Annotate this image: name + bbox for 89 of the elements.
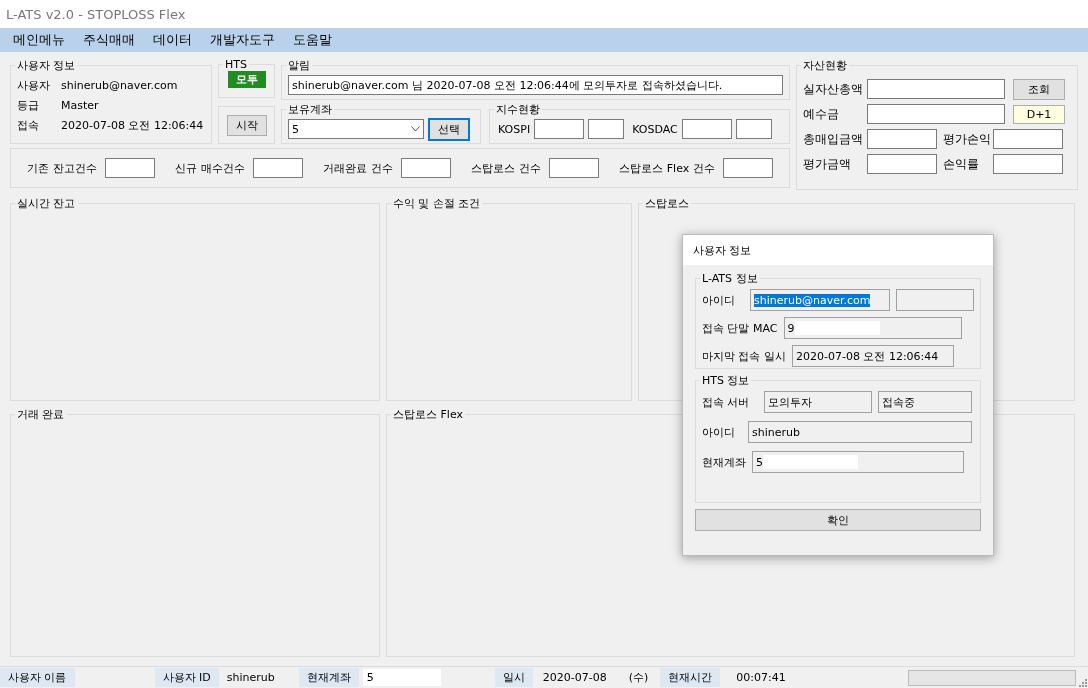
group-title: HTS [224, 58, 248, 71]
menu-item[interactable]: 주식매매 [76, 31, 142, 49]
empty-field[interactable] [896, 289, 974, 311]
server-field[interactable]: 모의투자 [764, 391, 872, 413]
asset-field[interactable] [993, 154, 1063, 174]
asset-field[interactable] [993, 129, 1063, 149]
status-value: 2020-07-08 [541, 670, 608, 686]
group-title: 사용자 정보 [16, 58, 77, 73]
resize-grip-icon[interactable] [1079, 679, 1087, 687]
index-change-field[interactable] [588, 119, 625, 139]
selected-text: shinerub@naver.com [754, 293, 871, 307]
status-label: 사용자 ID [154, 668, 219, 687]
panel-title: 스탑로스 Flex [392, 407, 464, 422]
panel-title: 스탑로스 [644, 196, 690, 211]
d1-button[interactable]: D+1 [1013, 104, 1065, 124]
field-label: 등급 [17, 97, 40, 113]
field-label: 접속 [17, 117, 40, 133]
field-label: 접속 서버 [702, 394, 751, 410]
status-value: 5 [362, 669, 441, 686]
ok-button[interactable]: 확인 [695, 509, 981, 531]
status-value: (수) [627, 670, 650, 686]
notice-field[interactable]: shinerub@naver.com 님 2020-07-08 오전 12:06:44에 모의투자로 접속하셨습니다. [288, 75, 783, 95]
group-title: 자산현황 [802, 58, 848, 73]
account-dropdown[interactable]: 5 [288, 119, 424, 139]
account-field[interactable]: 5 [752, 451, 964, 473]
count-field[interactable] [400, 158, 451, 178]
count-label: 거래완료 건수 [323, 160, 393, 176]
asset-field[interactable] [867, 79, 1005, 99]
count-label: 신규 매수건수 [175, 160, 245, 176]
field-label: 평가금액 [803, 156, 852, 172]
mode-badge: 모투 [227, 71, 266, 88]
index-field[interactable] [534, 119, 585, 139]
asset-field[interactable] [867, 104, 1005, 124]
status-value: 00:07:41 [735, 670, 787, 686]
field-label: 총매입금액 [803, 131, 864, 147]
hts-id-field[interactable]: shinerub [748, 421, 972, 443]
field-label: 마지막 접속 일시 [702, 348, 786, 364]
status-label: 현재시간 [660, 668, 721, 687]
count-field[interactable] [252, 158, 303, 178]
status-label: 일시 [494, 668, 533, 687]
field-label: 현재계좌 [702, 454, 746, 470]
count-field[interactable] [104, 158, 155, 178]
last-login-field[interactable]: 2020-07-08 오전 12:06:44 [792, 345, 954, 367]
field-value: 2020-07-08 오전 12:06:44 [61, 117, 204, 133]
panel-title: 수익 및 손절 조건 [392, 196, 482, 211]
query-button[interactable]: 조회 [1013, 78, 1065, 100]
count-field[interactable] [722, 158, 773, 178]
status-label: 현재계좌 [298, 668, 359, 687]
menu-item[interactable]: 도움말 [286, 31, 339, 49]
status-field[interactable]: 접속중 [878, 391, 972, 413]
asset-field[interactable] [867, 129, 937, 149]
panel-title: 실시간 잔고 [16, 196, 77, 211]
count-label: 기존 잔고건수 [27, 160, 97, 176]
field-label: 실자산총액 [803, 81, 864, 97]
status-value: shinerub [225, 670, 276, 686]
field-value: shinerub@naver.com [61, 78, 178, 92]
panel-title: 거래 완료 [16, 407, 66, 422]
field-label: 예수금 [803, 106, 840, 122]
field-label: 평가손익 [943, 131, 992, 147]
window-title: L-ATS v2.0 - STOPLOSS Flex [0, 0, 1088, 28]
field-label: 아이디 [702, 424, 736, 440]
group-title: 지수현황 [495, 102, 541, 117]
count-field[interactable] [548, 158, 599, 178]
field-label: 접속 단말 MAC [702, 320, 778, 336]
field-label: 아이디 [702, 292, 736, 308]
chevron-down-icon [411, 126, 420, 132]
menu-item[interactable]: 데이터 [146, 31, 199, 49]
field-value: Master [61, 98, 99, 112]
index-label: KOSDAC [632, 122, 678, 136]
field-label: 손익률 [943, 156, 980, 172]
dialog-title: 사용자 정보 [683, 235, 993, 265]
start-button[interactable]: 시작 [226, 114, 267, 136]
group-title: L-ATS 정보 [701, 271, 759, 286]
asset-field[interactable] [867, 154, 937, 174]
index-label: KOSPI [498, 122, 531, 136]
menu-item[interactable]: 메인메뉴 [6, 31, 72, 49]
group-title: 보유계좌 [287, 102, 333, 117]
count-label: 스탑로스 Flex 건수 [619, 160, 715, 176]
field-label: 사용자 [17, 77, 51, 93]
mac-field[interactable]: 9 [783, 317, 962, 339]
count-label: 스탑로스 건수 [471, 160, 541, 176]
menu-item[interactable]: 개발자도구 [203, 31, 282, 49]
status-label: 사용자 이름 [0, 668, 75, 687]
index-change-field[interactable] [735, 119, 772, 139]
id-field[interactable]: shinerub@naver.com [750, 289, 890, 311]
group-title: HTS 정보 [701, 373, 751, 388]
select-button[interactable]: 선택 [428, 117, 470, 141]
group-title: 알림 [287, 58, 311, 73]
index-field[interactable] [681, 119, 732, 139]
